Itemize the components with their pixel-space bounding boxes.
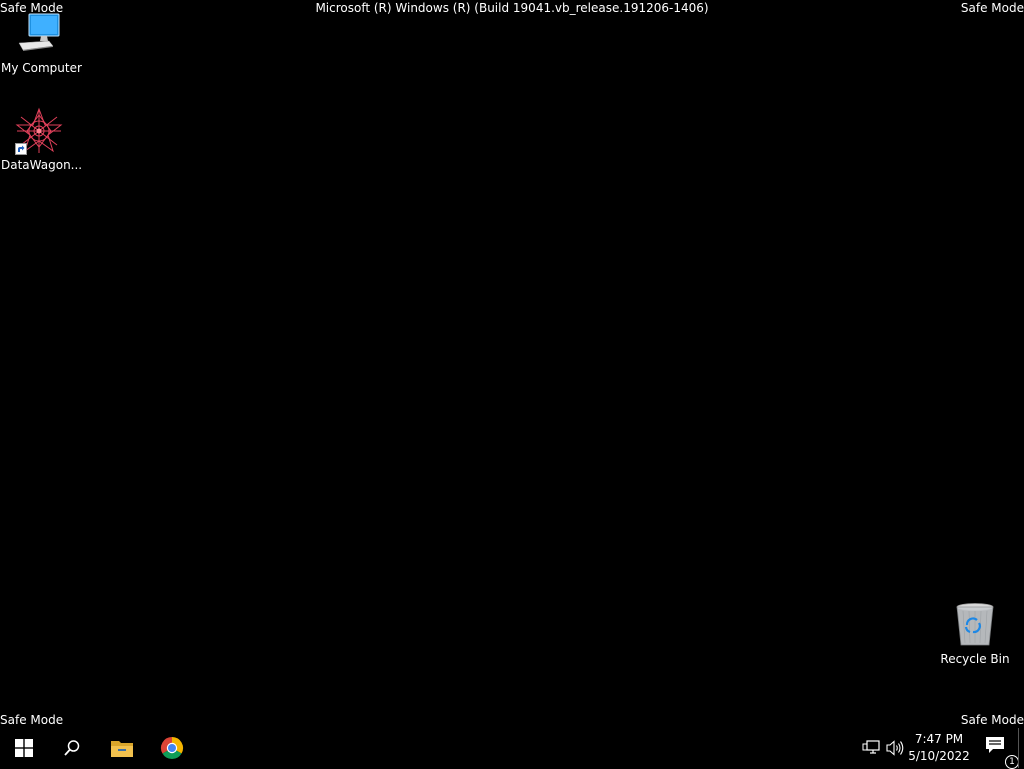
taskbar: 7:47 PM 5/10/2022 1	[0, 728, 1024, 769]
network-icon[interactable]	[861, 738, 881, 758]
shortcut-arrow-icon	[15, 143, 27, 155]
show-desktop-button[interactable]	[1018, 728, 1024, 768]
desktop-icon-recycle-bin[interactable]: Recycle Bin	[937, 601, 1013, 666]
safe-mode-label-bottom-left: Safe Mode	[0, 713, 64, 727]
taskbar-clock[interactable]: 7:47 PM 5/10/2022	[906, 731, 972, 765]
notification-count-badge: 1	[1005, 755, 1019, 769]
folder-icon	[111, 741, 133, 757]
datawagon-app-icon	[15, 107, 63, 155]
safe-mode-label-bottom-right: Safe Mode	[960, 713, 1024, 727]
desktop-icon-label: My Computer	[1, 61, 82, 75]
volume-icon[interactable]	[885, 738, 905, 758]
chrome-icon	[160, 737, 184, 760]
desktop-icon-datawagon[interactable]: DataWagon...	[1, 107, 83, 172]
recycle-bin-icon	[951, 601, 999, 649]
desktop[interactable]: Safe Mode Microsoft (R) Windows (R) (Bui…	[0, 0, 1024, 728]
computer-icon	[15, 10, 63, 58]
clock-date: 5/10/2022	[908, 749, 970, 763]
windows-logo-icon	[15, 739, 33, 757]
file-explorer-button[interactable]	[98, 728, 146, 768]
action-center-button[interactable]: 1	[978, 728, 1019, 769]
build-info-text: Microsoft (R) Windows (R) (Build 19041.v…	[315, 1, 709, 15]
desktop-icon-my-computer[interactable]: My Computer	[1, 10, 82, 75]
start-button[interactable]	[0, 728, 48, 768]
search-icon	[64, 740, 80, 756]
notification-icon	[986, 737, 1004, 753]
desktop-icon-label: DataWagon...	[1, 158, 83, 172]
chrome-button[interactable]	[148, 728, 196, 768]
search-button[interactable]	[48, 728, 96, 768]
clock-time: 7:47 PM	[914, 732, 964, 746]
desktop-icon-label: Recycle Bin	[940, 652, 1010, 666]
safe-mode-label-top-right: Safe Mode	[960, 1, 1024, 15]
